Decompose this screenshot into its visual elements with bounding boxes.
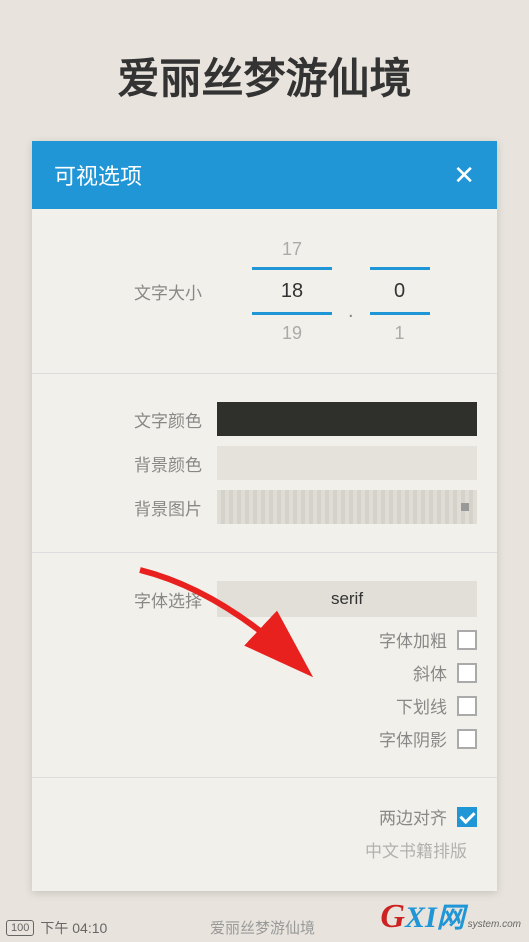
font-size-label: 文字大小 bbox=[32, 279, 202, 304]
picker-next: 19 bbox=[282, 315, 302, 351]
clock: 下午 04:10 bbox=[40, 918, 107, 938]
watermark-xi: XI bbox=[405, 901, 437, 935]
text-color-label: 文字颜色 bbox=[32, 407, 202, 432]
shadow-checkbox[interactable] bbox=[457, 729, 477, 749]
font-select[interactable]: serif bbox=[217, 581, 477, 617]
watermark-net: 网 bbox=[437, 896, 465, 936]
shadow-label: 字体阴影 bbox=[379, 726, 447, 751]
battery-icon: 100 bbox=[6, 920, 34, 936]
visual-options-dialog: 可视选项 ✕ 文字大小 17 18 19 . 0 1 文字颜色 背景颜色 bbox=[32, 141, 497, 891]
bold-checkbox[interactable] bbox=[457, 630, 477, 650]
bg-color-swatch[interactable] bbox=[217, 446, 477, 480]
color-section: 文字颜色 背景颜色 背景图片 bbox=[32, 374, 497, 553]
justify-label: 两边对齐 bbox=[379, 804, 447, 829]
italic-label: 斜体 bbox=[413, 660, 447, 685]
font-section: 字体选择 serif 字体加粗 斜体 下划线 字体阴影 bbox=[32, 553, 497, 778]
justify-checkbox[interactable] bbox=[457, 807, 477, 827]
picker-current: 18 bbox=[252, 267, 332, 315]
font-size-decimal-picker[interactable]: 0 1 bbox=[360, 231, 440, 351]
close-icon[interactable]: ✕ bbox=[453, 160, 475, 191]
justify-section: 两边对齐 中文书籍排版 bbox=[32, 778, 497, 888]
cjk-label: 中文书籍排版 bbox=[365, 837, 467, 862]
bg-image-swatch[interactable] bbox=[217, 490, 477, 524]
italic-checkbox[interactable] bbox=[457, 663, 477, 683]
picker-next: 1 bbox=[395, 315, 405, 351]
statusbar-title: 爱丽丝梦游仙境 bbox=[210, 917, 315, 938]
watermark: G XI 网 system.com bbox=[380, 896, 521, 936]
watermark-g: G bbox=[380, 898, 405, 936]
decimal-dot: . bbox=[348, 260, 354, 323]
page-title: 爱丽丝梦游仙境 bbox=[0, 0, 529, 141]
watermark-sub: system.com bbox=[468, 919, 521, 930]
dialog-title: 可视选项 bbox=[54, 159, 142, 191]
picker-current: 0 bbox=[370, 267, 430, 315]
font-size-section: 文字大小 17 18 19 . 0 1 bbox=[32, 209, 497, 374]
dialog-header: 可视选项 ✕ bbox=[32, 141, 497, 209]
text-color-swatch[interactable] bbox=[217, 402, 477, 436]
bg-image-label: 背景图片 bbox=[32, 495, 202, 520]
underline-label: 下划线 bbox=[396, 693, 447, 718]
underline-checkbox[interactable] bbox=[457, 696, 477, 716]
font-select-label: 字体选择 bbox=[32, 587, 202, 612]
bold-label: 字体加粗 bbox=[379, 627, 447, 652]
font-size-integer-picker[interactable]: 17 18 19 bbox=[242, 231, 342, 351]
bg-color-label: 背景颜色 bbox=[32, 451, 202, 476]
picker-prev: 17 bbox=[282, 231, 302, 267]
status-bar: 100 下午 04:10 bbox=[6, 918, 107, 938]
